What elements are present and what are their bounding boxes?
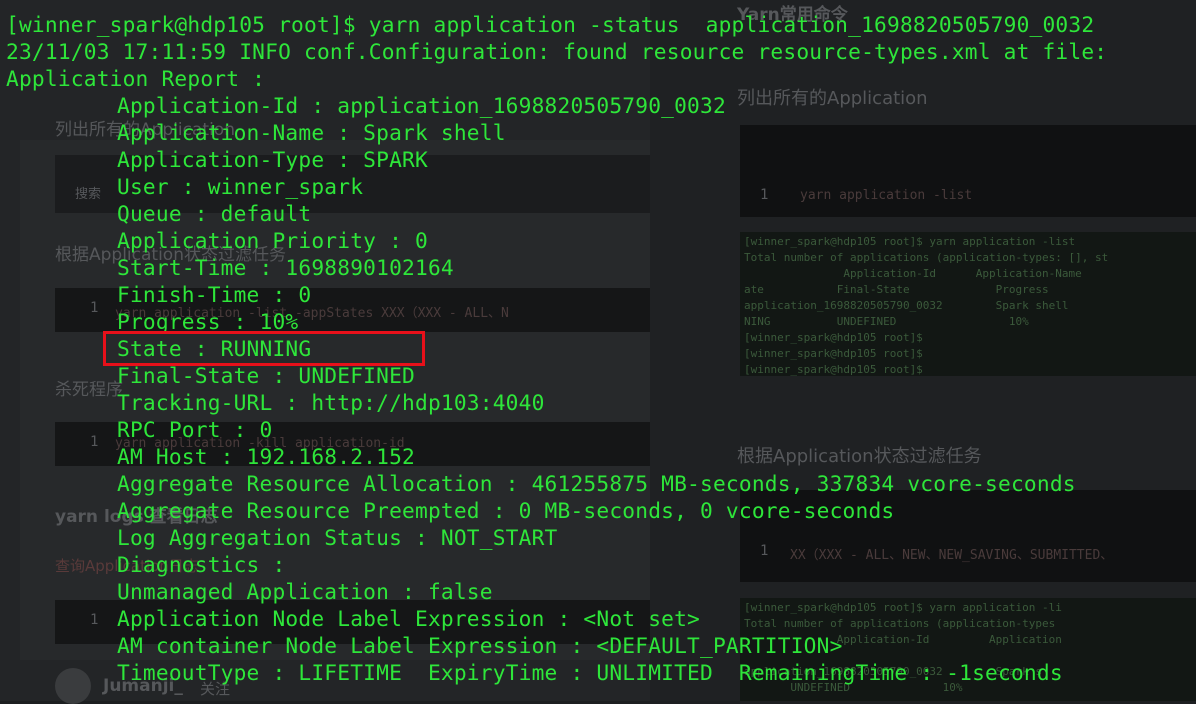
- field-start-time: Start-Time : 1698890102164: [117, 255, 454, 280]
- field-log-aggregation: Log Aggregation Status : NOT_START: [117, 525, 558, 550]
- field-timeout: TimeoutType : LIFETIME ExpiryTime : UNLI…: [117, 660, 1063, 685]
- field-priority: Application Priority : 0: [117, 228, 428, 253]
- terminal-output[interactable]: [winner_spark@hdp105 root]$ yarn applica…: [0, 0, 1196, 701]
- field-application-id: Application-Id : application_16988205057…: [117, 93, 726, 118]
- command-prompt-line: [winner_spark@hdp105 root]$ yarn applica…: [6, 12, 1095, 37]
- field-queue: Queue : default: [117, 201, 312, 226]
- field-finish-time: Finish-Time : 0: [117, 282, 312, 307]
- field-resource-preempted: Aggregate Resource Preempted : 0 MB-seco…: [117, 498, 895, 523]
- field-node-label: Application Node Label Expression : <Not…: [117, 606, 701, 631]
- field-tracking-url: Tracking-URL : http://hdp103:4040: [117, 390, 545, 415]
- field-resource-allocation: Aggregate Resource Allocation : 46125587…: [117, 471, 1076, 496]
- field-diagnostics: Diagnostics :: [117, 552, 286, 577]
- field-application-type: Application-Type : SPARK: [117, 147, 428, 172]
- info-log-line: 23/11/03 17:11:59 INFO conf.Configuratio…: [6, 39, 1108, 64]
- field-am-host: AM Host : 192.168.2.152: [117, 444, 415, 469]
- field-rpc-port: RPC Port : 0: [117, 417, 273, 442]
- field-am-container-label: AM container Node Label Expression : <DE…: [117, 633, 843, 658]
- field-final-state: Final-State : UNDEFINED: [117, 363, 415, 388]
- field-user: User : winner_spark: [117, 174, 364, 199]
- report-title: Application Report :: [6, 66, 266, 91]
- state-highlight-box: [103, 331, 425, 366]
- field-unmanaged: Unmanaged Application : false: [117, 579, 493, 604]
- field-application-name: Application-Name : Spark shell: [117, 120, 506, 145]
